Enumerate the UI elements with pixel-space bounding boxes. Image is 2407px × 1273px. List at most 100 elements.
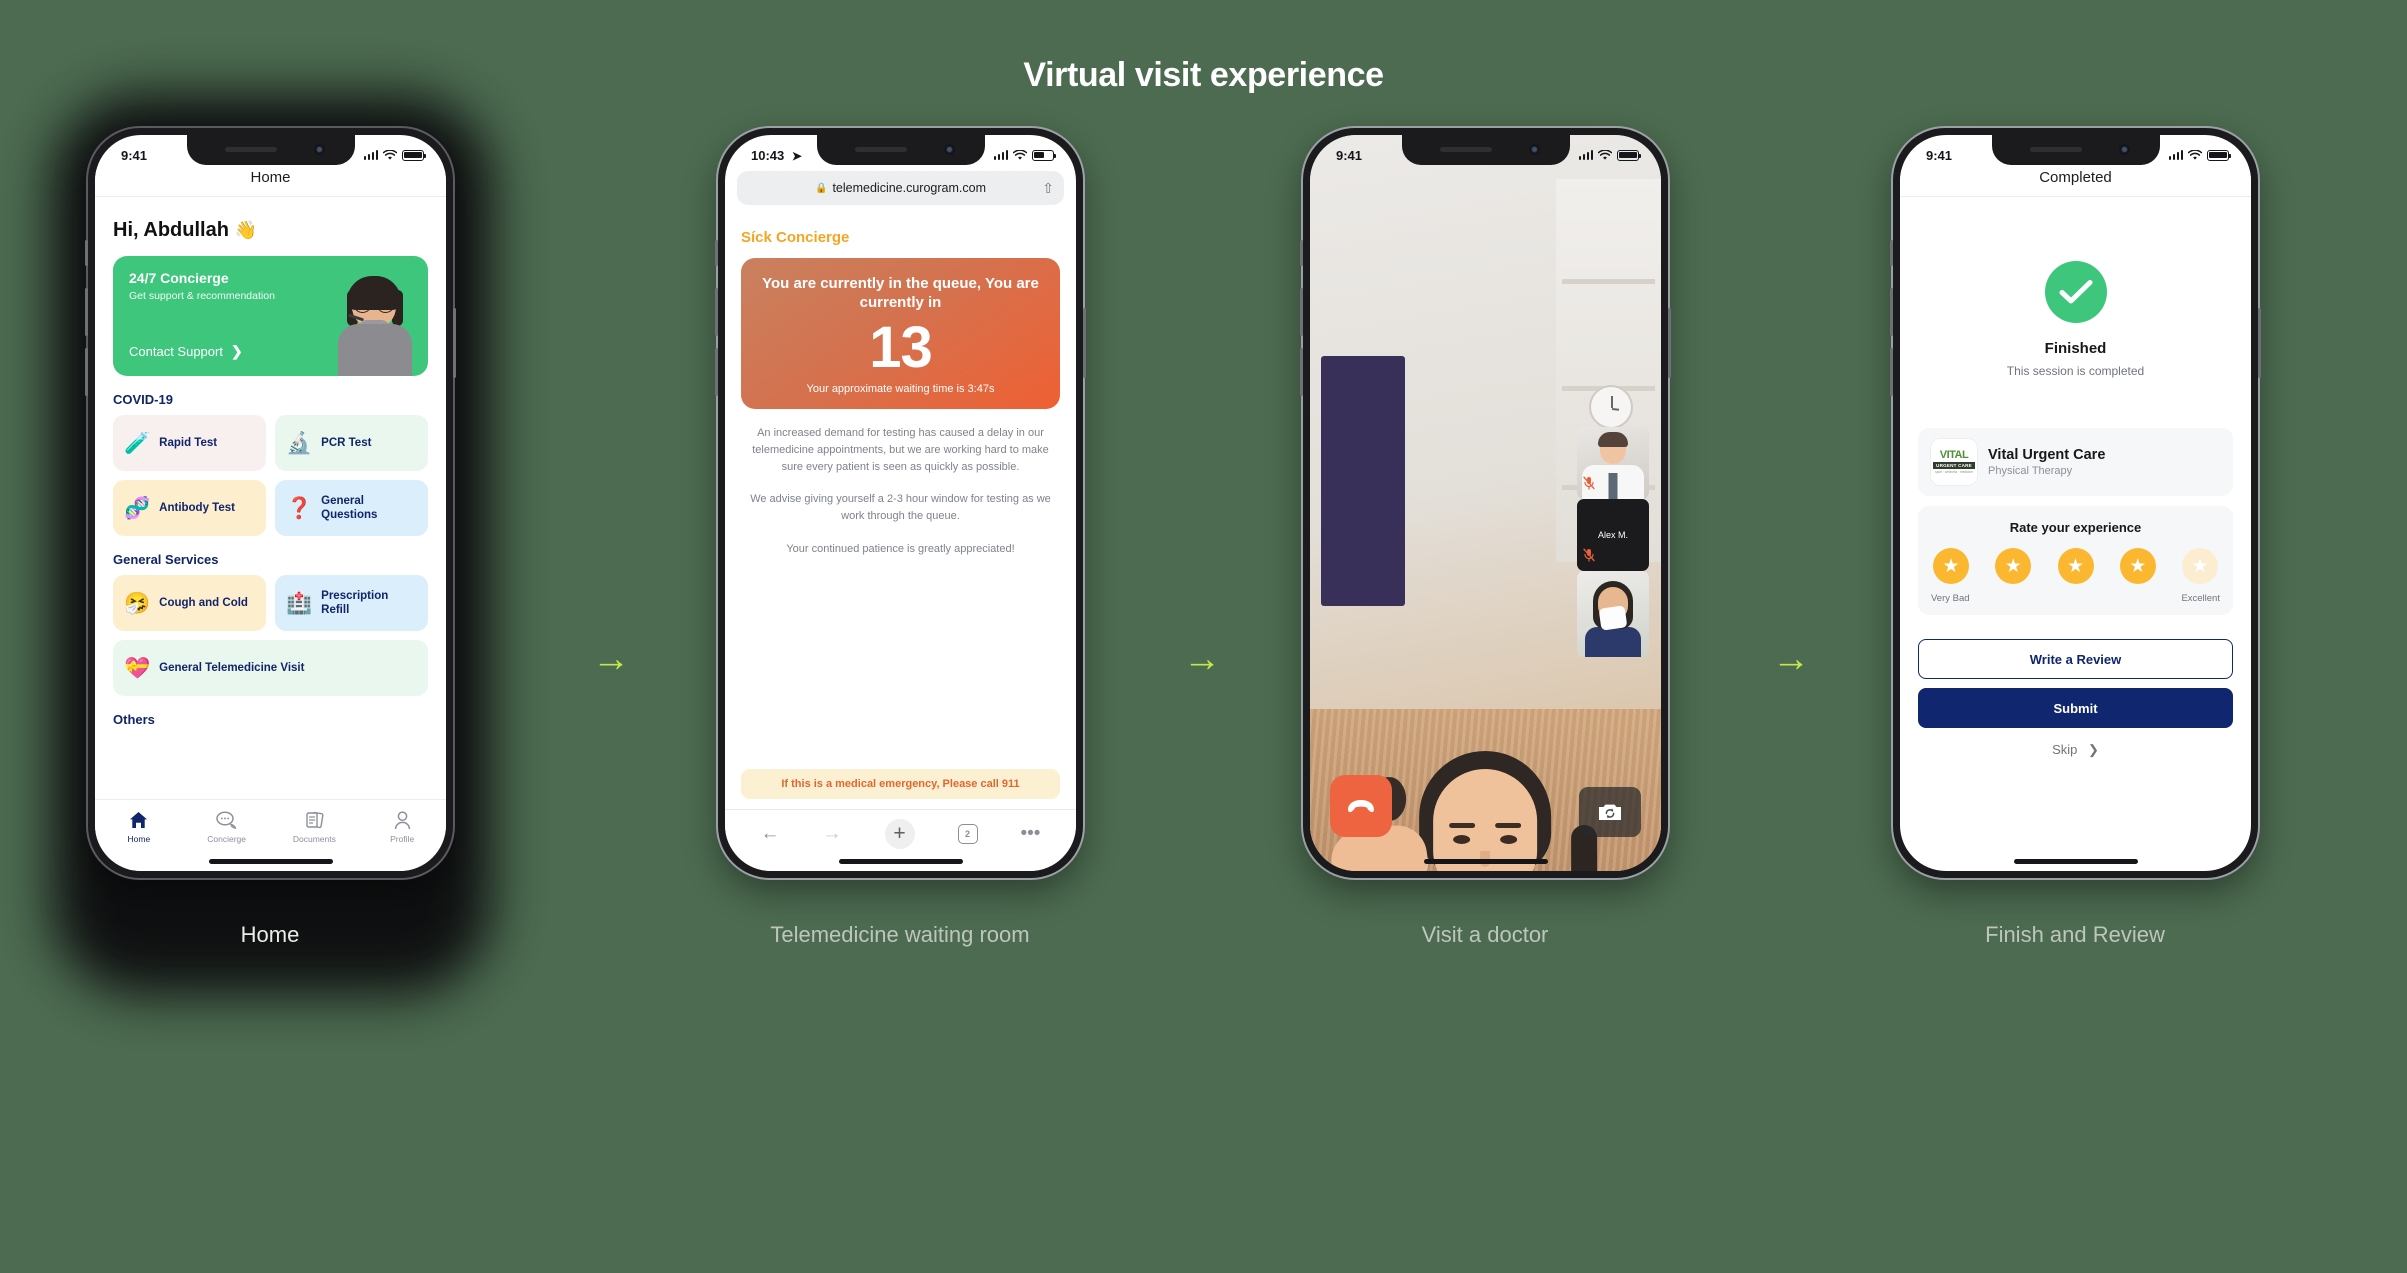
silent-switch[interactable] [85,240,88,266]
queue-headline: You are currently in the queue, You are … [762,275,1039,312]
mockup-video-call: 9:41 Alex M. Visit a doctor [1245,128,1725,1150]
end-call-icon [1348,800,1374,813]
chevron-right-icon: ❯ [2088,742,2099,757]
tab-profile[interactable]: Profile [358,809,446,844]
submit-button[interactable]: Submit [1918,688,2233,728]
status-time-group: 10:43 ➤ [751,148,802,163]
tab-concierge[interactable]: Concierge [183,809,271,844]
tile-pcr-test[interactable]: 🔬 PCR Test [275,415,428,471]
status-time: 10:43 [751,147,785,163]
mockup-finish-review: 9:41 Completed Finished This session is … [1835,128,2315,1150]
concierge-card[interactable]: 24/7 Concierge Get support & recommendat… [113,256,428,376]
browser-url-bar[interactable]: 🔒 telemedicine.curogram.com ⇧ [737,171,1064,205]
tile-label: General Telemedicine Visit [159,661,305,674]
tile-label: General Questions [321,494,378,521]
forward-button[interactable]: → [823,823,842,845]
home-indicator[interactable] [208,859,333,864]
documents-icon [271,809,359,831]
volume-down-button[interactable] [85,348,88,396]
battery-icon [1617,149,1642,161]
home-indicator[interactable] [2013,859,2138,864]
tile-prescription-refill[interactable]: 🏥 Prescription Refill [275,575,428,631]
rating-end-labels: Very Bad Excellent [1931,593,2220,604]
rating-title: Rate your experience [2009,520,2142,535]
profile-icon [358,809,446,831]
volume-up-button[interactable] [85,288,88,336]
power-button[interactable] [1668,308,1671,378]
covid-tile-grid: 🧪 Rapid Test 🔬 PCR Test 🧬 Antibody Test [113,415,428,536]
tile-rapid-test[interactable]: 🧪 Rapid Test [113,415,266,471]
volume-down-button[interactable] [715,348,718,396]
dna-icon: 🧬 [124,496,151,520]
more-options-button[interactable]: ••• [1021,823,1041,845]
home-indicator[interactable] [838,859,963,864]
star-2[interactable]: ★ [1995,548,2032,584]
test-tube-icon: 🧪 [124,431,151,455]
tile-general-telemedicine-visit[interactable]: 💝 General Telemedicine Visit [113,640,428,696]
queue-position-number: 13 [869,315,933,381]
wifi-icon [2188,149,2202,160]
clinic-text: Vital Urgent Care Physical Therapy [1988,447,2105,477]
tile-antibody-test[interactable]: 🧬 Antibody Test [113,480,266,536]
phone-frame-home: 9:41 Home Hi, Abdullah 👋 24/7 Concierge … [85,128,456,878]
new-tab-button[interactable]: + [884,818,915,849]
skip-button[interactable]: Skip ❯ [1918,742,2233,758]
caption-finish-review: Finish and Review [1985,922,2165,947]
silent-switch[interactable] [1300,240,1303,266]
earpiece-speaker [224,147,277,152]
end-call-button[interactable] [1330,775,1392,837]
star-4[interactable]: ★ [2119,548,2156,584]
info-paragraph-2: We advise giving yourself a 2-3 hour win… [750,493,1051,523]
volume-up-button[interactable] [1890,288,1893,336]
phone-frame-review: 9:41 Completed Finished This session is … [1890,128,2261,878]
tile-general-questions[interactable]: ❓ General Questions [275,480,428,536]
flip-camera-button[interactable] [1579,787,1641,837]
thumbnail-self-patient[interactable] [1577,571,1649,657]
wave-emoji-icon: 👋 [234,220,257,240]
battery-icon [402,149,427,161]
volume-up-button[interactable] [715,288,718,336]
tile-label: Antibody Test [159,501,235,514]
contact-support-button[interactable]: Contact Support ❯ [129,343,243,360]
star-1[interactable]: ★ [1933,548,1969,584]
greeting: Hi, Abdullah 👋 [113,219,428,242]
participant-name: Alex M. [1597,530,1628,540]
question-mark-icon: ❓ [286,496,313,520]
front-camera [2118,144,2130,155]
volume-down-button[interactable] [1300,348,1303,396]
tab-count-button[interactable]: 2 [957,823,978,844]
share-icon[interactable]: ⇧ [1042,180,1054,197]
volume-down-button[interactable] [1890,348,1893,396]
silent-switch[interactable] [1890,240,1893,266]
finished-title: Finished [2044,340,2107,357]
phone-mockup-row: 9:41 Home Hi, Abdullah 👋 24/7 Concierge … [0,95,2407,1150]
flip-camera-icon [1599,804,1621,820]
power-button[interactable] [2258,308,2261,378]
tab-label: Concierge [207,834,246,844]
finished-block: Finished This session is completed [1918,199,2233,378]
section-title-others: Others [113,712,155,727]
star-5[interactable]: ★ [2182,548,2218,584]
background-clock [1588,385,1633,430]
notch [186,135,355,165]
participant-thumbnails: Alex M. [1577,427,1649,657]
volume-up-button[interactable] [1300,288,1303,336]
front-camera [943,144,955,155]
home-indicator[interactable] [1423,859,1548,864]
write-review-button[interactable]: Write a Review [1918,639,2233,679]
thumbnail-doctor[interactable] [1577,427,1649,499]
star-3[interactable]: ★ [2057,548,2094,584]
nav-title-home: Home [95,169,446,197]
power-button[interactable] [453,308,456,378]
tile-cough-and-cold[interactable]: 🤧 Cough and Cold [113,575,266,631]
tab-home[interactable]: Home [95,809,183,844]
back-button[interactable]: ← [761,823,780,845]
chat-icon [183,809,271,831]
tab-documents[interactable]: Documents [271,809,359,844]
thumbnail-participant-alex[interactable]: Alex M. [1577,499,1649,571]
silent-switch[interactable] [715,240,718,266]
info-paragraph-1: An increased demand for testing has caus… [752,427,1049,473]
power-button[interactable] [1083,308,1086,378]
support-agent-illustration [334,276,416,376]
check-icon [2044,261,2107,323]
